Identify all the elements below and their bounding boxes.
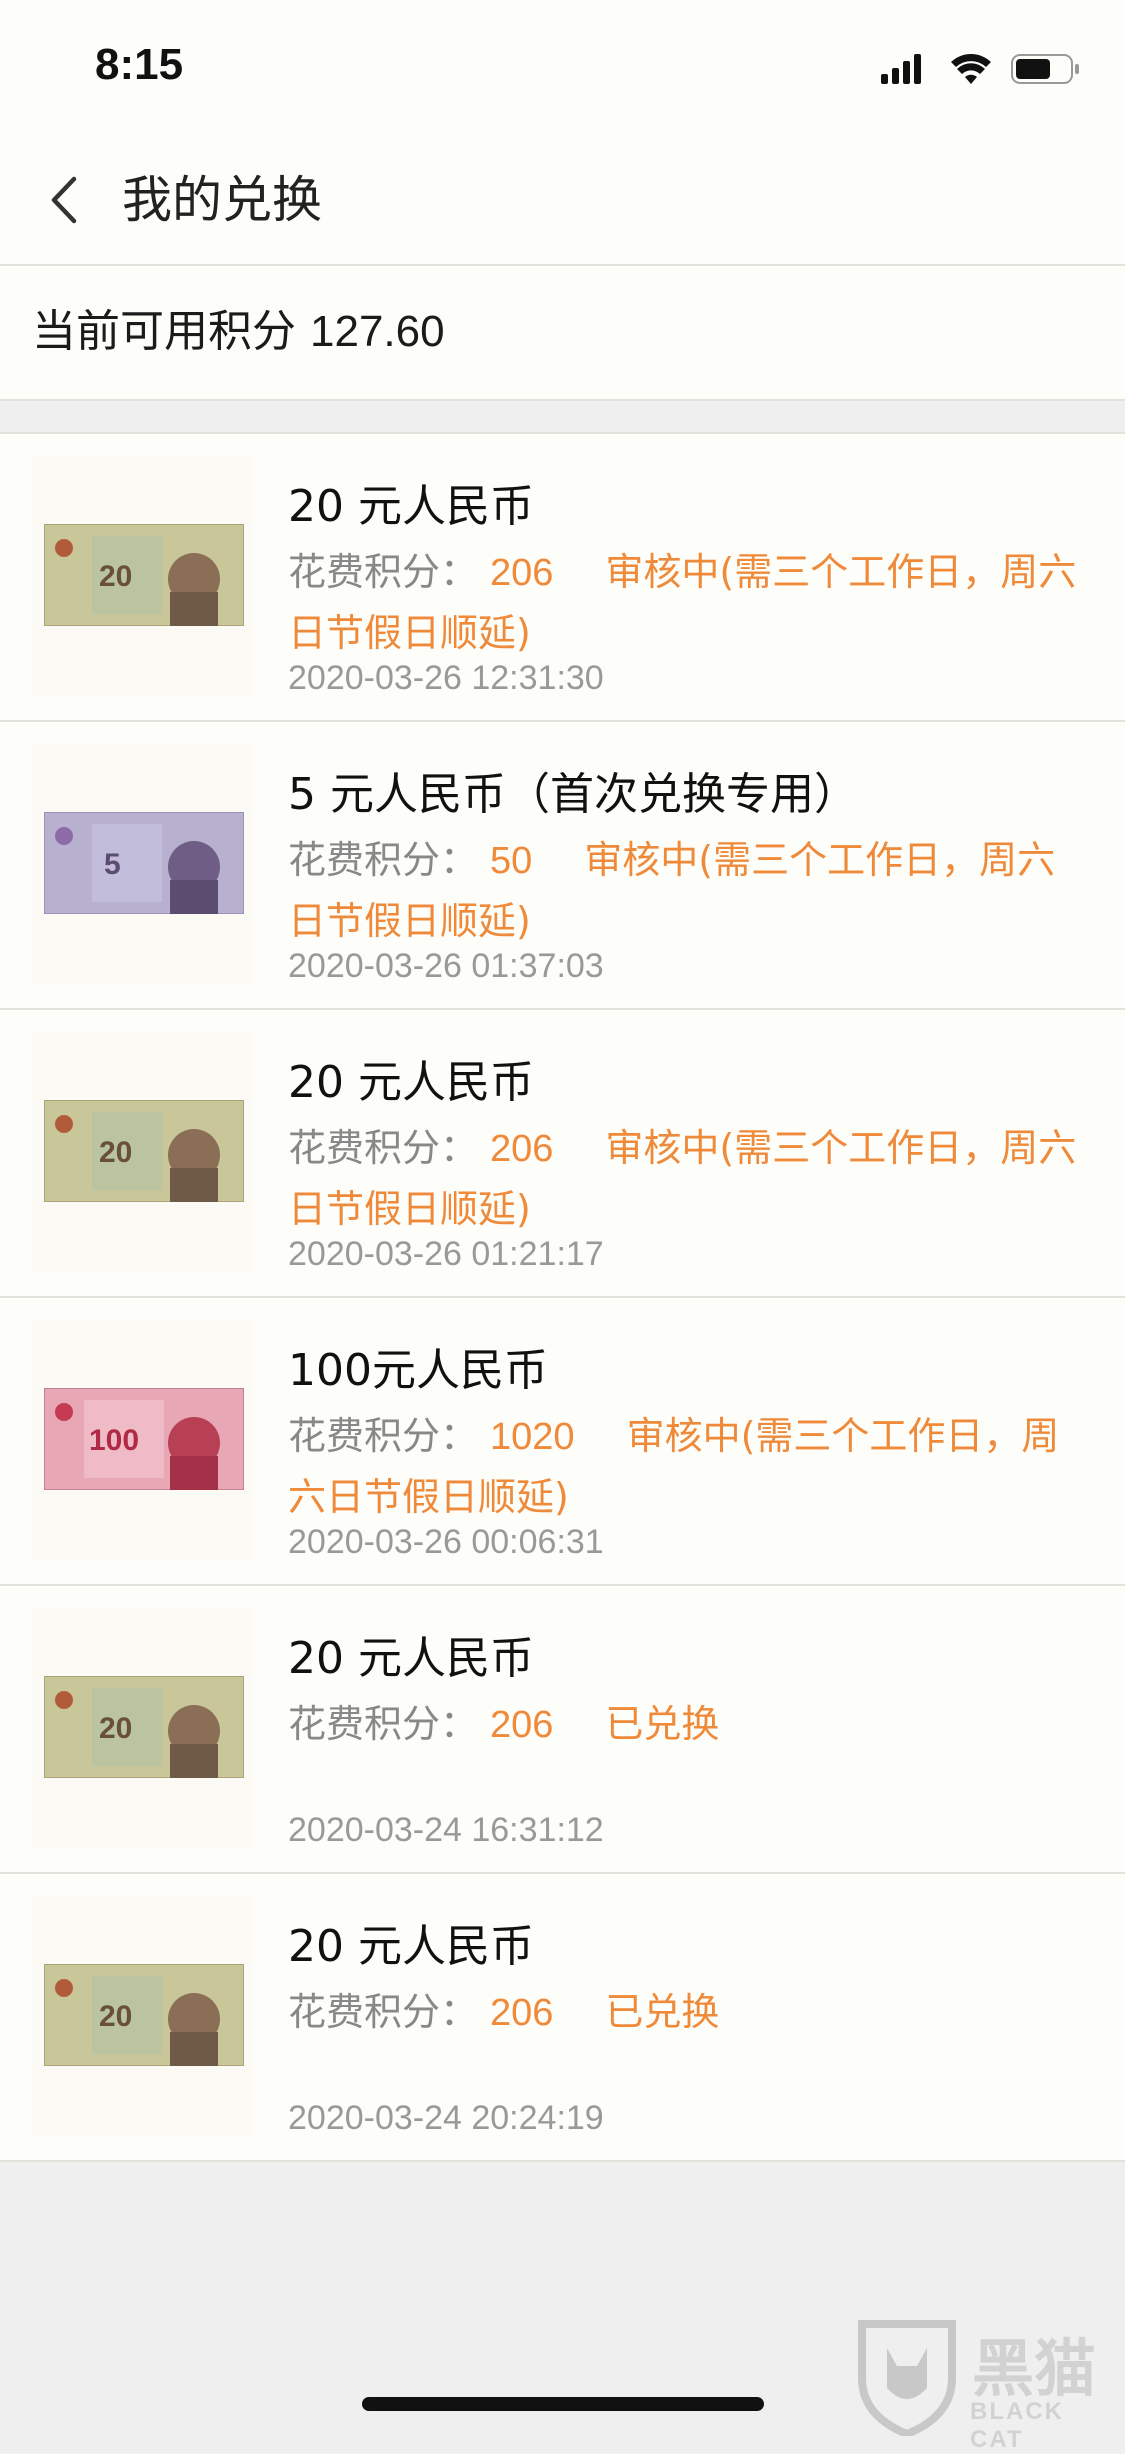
cost-value: 206 — [490, 1128, 554, 1170]
svg-text:100: 100 — [89, 1424, 139, 1457]
cost-label: 花费积分： — [288, 1126, 479, 1170]
banknote-thumbnail: 20 — [32, 1608, 252, 1848]
banknote-20-icon: 20 — [44, 1100, 244, 1202]
points-label-wrap: 当前可用积分 127.60 — [32, 302, 445, 362]
banknote-20-icon: 20 — [44, 524, 244, 626]
item-title: 20 元人民币 — [288, 1921, 534, 1972]
watermark-sub: BLACK CAT — [970, 2398, 1064, 2453]
item-meta: 花费积分： 206 审核中(需三个工作日，周六日节假日顺延) — [288, 1118, 1088, 1239]
svg-text:20: 20 — [99, 560, 132, 593]
item-time: 2020-03-26 12:31:30 — [288, 659, 604, 697]
cost-label: 花费积分： — [288, 1990, 479, 2034]
nav-bar: 我的兑换 — [0, 135, 1125, 266]
home-indicator[interactable] — [362, 2397, 764, 2411]
cost-label: 花费积分： — [288, 1702, 479, 1746]
cost-label: 花费积分： — [288, 838, 479, 882]
item-title: 100元人民币 — [288, 1345, 548, 1396]
list-item[interactable]: 20 20 元人民币 花费积分： 206 已兑换 2020-03-24 20:24:… — [0, 1874, 1125, 2162]
svg-text:20: 20 — [99, 2000, 132, 2033]
cost-label: 花费积分： — [288, 1414, 479, 1458]
item-time: 2020-03-26 01:21:17 — [288, 1235, 604, 1273]
status-icons — [881, 54, 1079, 84]
back-button[interactable] — [32, 165, 102, 235]
points-label: 当前可用积分 — [32, 306, 296, 357]
item-time: 2020-03-24 16:31:12 — [288, 1811, 604, 1849]
banknote-thumbnail: 20 — [32, 1896, 252, 2136]
cost-value: 206 — [490, 1992, 554, 2034]
item-meta: 花费积分： 50 审核中(需三个工作日，周六日节假日顺延) — [288, 830, 1088, 951]
banknote-thumbnail: 20 — [32, 456, 252, 696]
banknote-20-icon: 20 — [44, 1964, 244, 2066]
cost-value: 1020 — [490, 1416, 575, 1458]
cellular-signal-icon — [881, 54, 921, 84]
svg-text:20: 20 — [99, 1712, 132, 1745]
banknote-100-icon: 100 — [44, 1388, 244, 1490]
exchange-list: 20 20 元人民币 花费积分： 206 审核中(需三个工作日，周六日节假日顺延) … — [0, 432, 1125, 2162]
banknote-thumbnail: 100 — [32, 1320, 252, 1560]
item-time: 2020-03-26 01:37:03 — [288, 947, 604, 985]
status-text: 已兑换 — [605, 1990, 720, 2034]
status-time: 8:15 — [95, 40, 184, 89]
cost-value: 206 — [490, 552, 554, 594]
points-summary: 当前可用积分 127.60 — [0, 266, 1125, 401]
watermark-text: 黑猫 — [972, 2332, 1097, 2405]
wifi-icon — [951, 54, 991, 84]
list-item[interactable]: 5 5 元人民币（首次兑换专用） 花费积分： 50 审核中(需三个工作日，周六日节假… — [0, 722, 1125, 1010]
banknote-thumbnail: 5 — [32, 744, 252, 984]
cost-value: 206 — [490, 1704, 554, 1746]
page-title: 我的兑换 — [122, 171, 322, 229]
svg-text:20: 20 — [99, 1136, 132, 1169]
cost-value: 50 — [490, 840, 533, 882]
banknote-5-icon: 5 — [44, 812, 244, 914]
list-item[interactable]: 20 20 元人民币 花费积分： 206 已兑换 2020-03-24 16:31:… — [0, 1586, 1125, 1874]
banknote-thumbnail: 20 — [32, 1032, 252, 1272]
battery-icon — [1011, 54, 1079, 84]
item-meta: 花费积分： 206 已兑换 — [288, 1982, 1088, 2043]
item-title: 20 元人民币 — [288, 481, 534, 532]
item-title: 20 元人民币 — [288, 1633, 534, 1684]
banknote-20-icon: 20 — [44, 1676, 244, 1778]
item-meta: 花费积分： 206 已兑换 — [288, 1694, 1088, 1755]
cost-label: 花费积分： — [288, 550, 479, 594]
item-title: 20 元人民币 — [288, 1057, 534, 1108]
list-item[interactable]: 20 20 元人民币 花费积分： 206 审核中(需三个工作日，周六日节假日顺延) … — [0, 1010, 1125, 1298]
item-time: 2020-03-24 20:24:19 — [288, 2099, 604, 2137]
status-text: 已兑换 — [605, 1702, 720, 1746]
item-meta: 花费积分： 1020 审核中(需三个工作日，周六日节假日顺延) — [288, 1406, 1088, 1527]
list-item[interactable]: 20 20 元人民币 花费积分： 206 审核中(需三个工作日，周六日节假日顺延) … — [0, 434, 1125, 722]
points-value: 127.60 — [310, 307, 445, 356]
svg-text:5: 5 — [104, 848, 121, 881]
item-time: 2020-03-26 00:06:31 — [288, 1523, 604, 1561]
item-title: 5 元人民币（首次兑换专用） — [288, 769, 858, 820]
watermark-logo: 黑猫 BLACK CAT — [852, 2318, 1122, 2453]
status-bar: 8:15 — [0, 0, 1125, 135]
list-item[interactable]: 100 100元人民币 花费积分： 1020 审核中(需三个工作日，周六日节假日顺延… — [0, 1298, 1125, 1586]
item-meta: 花费积分： 206 审核中(需三个工作日，周六日节假日顺延) — [288, 542, 1088, 663]
cat-shield-icon — [858, 2320, 956, 2439]
